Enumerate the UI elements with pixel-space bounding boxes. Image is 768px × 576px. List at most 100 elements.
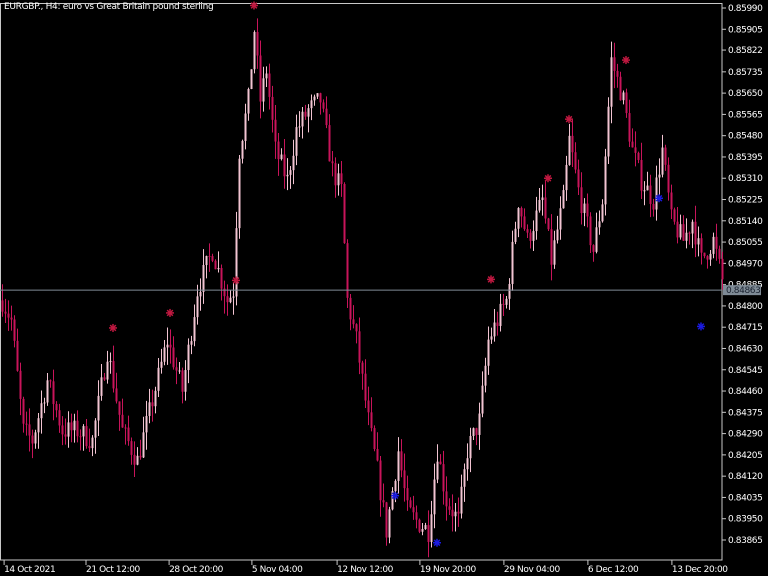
bull-candle-body [655, 177, 658, 210]
bear-candle-body [103, 377, 106, 380]
bull-candle-body [241, 140, 244, 159]
bull-candle-body [493, 322, 496, 337]
bear-candle-body [475, 428, 478, 435]
bear-candle-body [70, 422, 73, 431]
bull-candle-body [316, 93, 319, 97]
buy-signal-icon [433, 538, 441, 547]
y-tick-label: 0.85225 [728, 196, 762, 206]
bear-candle-body [439, 461, 442, 465]
bull-candle-body [484, 365, 487, 386]
bull-candle-body [514, 228, 517, 242]
bear-candle-body [22, 398, 25, 424]
bull-candle-body [463, 469, 466, 487]
bull-candle-body [538, 200, 541, 211]
bull-candle-body [40, 403, 43, 419]
buy-signal-icon [391, 491, 399, 500]
bull-candle-body [265, 73, 268, 79]
bear-candle-body [304, 111, 307, 117]
bull-candle-body [295, 127, 298, 156]
bull-candle-body [247, 89, 250, 114]
bull-candle-body [73, 420, 76, 431]
y-tick-label: 0.83950 [728, 515, 763, 525]
bull-candle-body [691, 221, 694, 234]
bear-candle-body [361, 362, 364, 374]
bear-candle-body [418, 519, 421, 532]
bear-candle-body [118, 401, 121, 415]
bull-candle-body [598, 221, 601, 228]
bull-candle-body [37, 418, 40, 433]
x-tick-label: 13 Dec 20:00 [672, 565, 728, 575]
bull-candle-body [601, 204, 604, 222]
bear-candle-body [268, 73, 271, 97]
bear-candle-body [529, 232, 532, 241]
bear-candle-body [271, 96, 274, 120]
buy-signal-icon [655, 194, 663, 203]
bull-candle-body [466, 458, 469, 470]
bear-candle-body [577, 169, 580, 188]
bear-candle-body [496, 322, 499, 326]
bull-candle-body [94, 420, 97, 438]
bear-candle-body [580, 187, 583, 214]
y-tick-label: 0.85735 [728, 68, 762, 78]
bear-candle-body [211, 256, 214, 261]
bear-candle-body [571, 135, 574, 153]
bull-candle-body [433, 479, 436, 515]
bear-candle-body [547, 218, 550, 230]
bear-candle-body [379, 460, 382, 501]
bear-candle-body [652, 203, 655, 210]
bull-candle-body [505, 298, 508, 305]
y-tick-label: 0.84035 [728, 493, 762, 503]
bull-candle-body [421, 529, 424, 532]
bear-candle-body [10, 317, 13, 320]
bull-candle-body [109, 361, 112, 363]
bear-candle-body [355, 324, 358, 332]
bull-candle-body [142, 432, 145, 458]
y-tick-label: 0.85565 [728, 110, 762, 120]
bear-candle-body [406, 488, 409, 501]
bull-candle-body [478, 413, 481, 435]
bear-candle-body [7, 313, 10, 318]
bull-candle-body [532, 231, 535, 241]
bull-candle-body [289, 170, 292, 175]
bull-candle-body [604, 156, 607, 205]
y-tick-label: 0.85055 [728, 238, 762, 248]
bear-candle-body [409, 500, 412, 508]
bull-candle-body [286, 174, 289, 177]
sell-signal-icon [622, 56, 630, 65]
bear-candle-body [445, 491, 448, 507]
bull-candle-body [310, 100, 313, 109]
bear-candle-body [520, 208, 523, 217]
bear-candle-body [4, 311, 7, 314]
bull-candle-body [292, 155, 295, 171]
bear-candle-body [226, 296, 229, 303]
bull-candle-body [154, 390, 157, 407]
bear-candle-body [415, 512, 418, 520]
bear-candle-body [694, 221, 697, 245]
bull-candle-body [82, 426, 85, 437]
bear-candle-body [523, 216, 526, 230]
y-tick-label: 0.85990 [728, 4, 763, 14]
y-tick-label: 0.85310 [728, 174, 763, 184]
bull-candle-body [313, 96, 316, 101]
bull-candle-body [253, 31, 256, 70]
bear-candle-body [457, 511, 460, 514]
y-tick-label: 0.84545 [728, 366, 762, 376]
chart-window[interactable]: 0.85990 0.85905 0.85822 0.85735 0.85650 0.855… [0, 0, 768, 576]
bull-candle-body [235, 228, 238, 297]
bear-candle-body [640, 160, 643, 191]
bear-candle-body [115, 388, 118, 402]
bull-candle-body [685, 232, 688, 241]
y-tick-label: 0.84290 [728, 430, 763, 440]
bull-candle-body [280, 154, 283, 160]
bull-candle-body [217, 268, 220, 270]
bear-candle-body [367, 400, 370, 413]
bear-candle-body [451, 509, 454, 517]
bull-candle-body [661, 147, 664, 175]
sell-signal-icon [544, 174, 552, 183]
bull-candle-body [337, 173, 340, 186]
bear-candle-body [277, 141, 280, 160]
chart-title: EURGBP., H4: euro vs Great Britain pound… [4, 2, 214, 12]
price-chart[interactable]: 0.85990 0.85905 0.85822 0.85735 0.85650 0.855… [0, 0, 768, 576]
bull-candle-body [568, 135, 571, 165]
bear-candle-body [667, 164, 670, 193]
